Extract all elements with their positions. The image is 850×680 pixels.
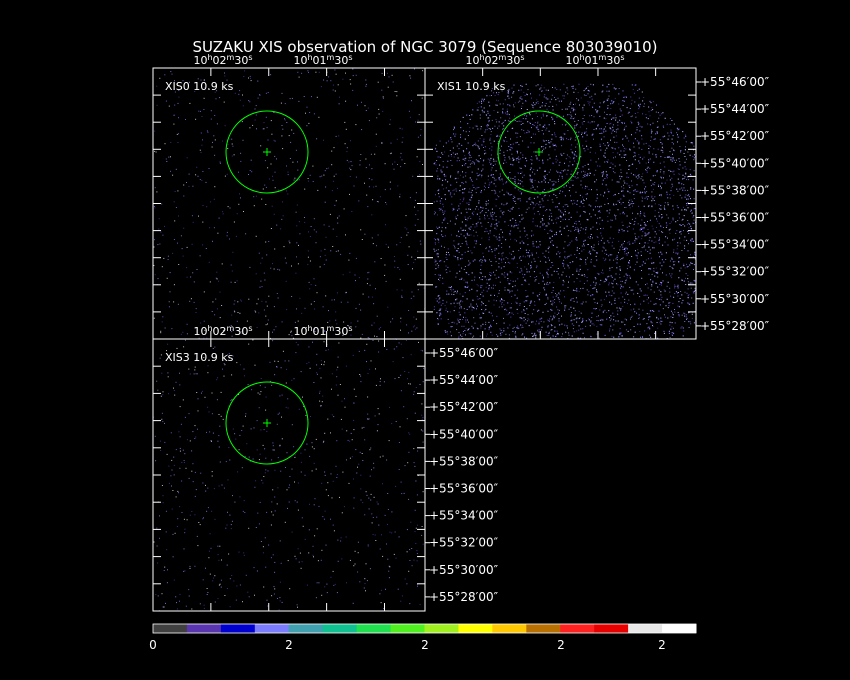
- dec-tick-label: +55°34′00″: [429, 509, 499, 523]
- colorbar-segment: [458, 624, 493, 633]
- xis-image-figure: SUZAKU XIS observation of NGC 3079 (Sequ…: [0, 0, 850, 680]
- colorbar-segment: [153, 624, 188, 633]
- colorbar-segment: [356, 624, 392, 633]
- dec-tick-label: +55°30′00″: [700, 292, 770, 306]
- colorbar-segment: [594, 624, 629, 633]
- ra-tick-label: 10h01m30s: [293, 53, 352, 67]
- colorbar-segment: [560, 624, 595, 633]
- dec-tick-label: +55°40′00″: [700, 156, 770, 170]
- ra-tick-label: 10h02m30s: [465, 53, 524, 67]
- colorbar-label: 2: [557, 638, 565, 652]
- dec-tick-label: +55°42′00″: [429, 400, 499, 414]
- colorbar-segment: [186, 624, 222, 633]
- dec-tick-label: +55°44′00″: [429, 373, 499, 387]
- dec-tick-label: +55°34′00″: [700, 238, 770, 252]
- dec-tick-label: +55°36′00″: [700, 211, 770, 225]
- dec-tick-label: +55°46′00″: [700, 75, 770, 89]
- dec-tick-label: +55°38′00″: [429, 454, 499, 468]
- ra-tick-label: 10h02m30s: [193, 53, 252, 67]
- colorbar-segment: [322, 624, 358, 633]
- dec-tick-label: +55°28′00″: [700, 319, 770, 333]
- dec-tick-label: +55°32′00″: [700, 265, 770, 279]
- panel-label: XIS3 10.9 ks: [165, 351, 234, 364]
- colorbar-segment: [526, 624, 561, 633]
- colorbar-segment: [424, 624, 459, 633]
- dec-tick-label: +55°32′00″: [429, 536, 499, 550]
- panel-label: XIS1 10.9 ks: [437, 80, 506, 93]
- colorbar-label: 2: [658, 638, 666, 652]
- panel-label: XIS0 10.9 ks: [165, 80, 234, 93]
- colorbar-segment: [662, 624, 697, 633]
- dec-tick-label: +55°36′00″: [429, 482, 499, 496]
- ra-tick-label: 10h02m30s: [193, 324, 252, 338]
- ra-tick-label: 10h01m30s: [293, 324, 352, 338]
- colorbar-label: 2: [421, 638, 429, 652]
- dec-tick-label: +55°30′00″: [429, 563, 499, 577]
- colorbar-segment: [390, 624, 425, 633]
- colorbar-segment: [220, 624, 256, 633]
- dec-tick-label: +55°28′00″: [429, 590, 499, 604]
- dec-tick-label: +55°40′00″: [429, 427, 499, 441]
- colorbar-segment: [492, 624, 527, 633]
- dec-tick-label: +55°42′00″: [700, 129, 770, 143]
- colorbar-segment: [288, 624, 324, 633]
- dec-tick-label: +55°46′00″: [429, 346, 499, 360]
- colorbar-segment: [254, 624, 290, 633]
- colorbar-label: 0: [149, 638, 157, 652]
- colorbar-segment: [628, 624, 663, 633]
- colorbar-label: 2: [285, 638, 293, 652]
- dec-tick-label: +55°38′00″: [700, 183, 770, 197]
- dec-tick-label: +55°44′00″: [700, 102, 770, 116]
- ra-tick-label: 10h01m30s: [565, 53, 624, 67]
